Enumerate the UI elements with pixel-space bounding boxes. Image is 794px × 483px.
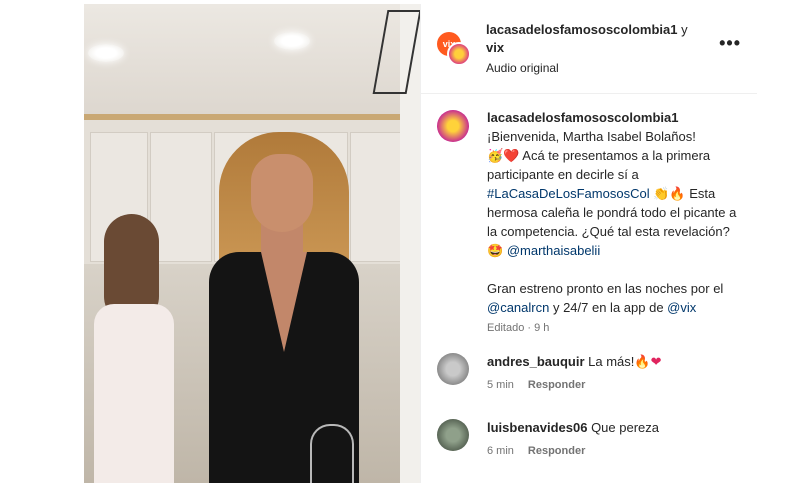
mention-link[interactable]: @canalrcn — [487, 300, 549, 315]
caption-line: Gran estreno pronto en las noches por el — [487, 281, 727, 296]
comment-meta: 5 min Responder — [487, 379, 585, 391]
audio-link[interactable]: Audio original — [486, 61, 559, 75]
reply-button[interactable]: Responder — [528, 379, 585, 391]
comment-meta: 6 min Responder — [487, 445, 585, 457]
avatar[interactable] — [437, 110, 469, 142]
post-sidebar: vix lacasadelosfamososcolombia1 y vix Au… — [420, 4, 757, 483]
ceiling-light — [88, 44, 124, 62]
comment-content: La más!🔥 — [584, 354, 651, 369]
more-options-icon[interactable]: ••• — [719, 34, 741, 52]
video-ceiling — [84, 4, 420, 114]
comment-time: 6 min — [487, 445, 514, 457]
mention-link[interactable]: @marthaisabelii — [507, 243, 600, 258]
post-dialog: vix lacasadelosfamososcolombia1 y vix Au… — [84, 4, 757, 483]
author-avatars[interactable]: vix — [437, 32, 471, 66]
author-username[interactable]: lacasadelosfamososcolombia1 y — [486, 22, 688, 37]
hashtag-link[interactable]: #LaCasaDeLosFamososCol — [487, 186, 650, 201]
comment-time: 5 min — [487, 379, 514, 391]
comment-username[interactable]: luisbenavides06 — [487, 420, 587, 435]
featured-person — [189, 132, 379, 483]
coauthor-username[interactable]: vix — [486, 40, 504, 55]
ceiling-light — [274, 32, 310, 50]
avatar[interactable] — [437, 419, 469, 451]
avatar — [447, 42, 471, 66]
video-player[interactable] — [84, 4, 420, 483]
background-person — [94, 214, 174, 483]
caption-username[interactable]: lacasadelosfamososcolombia1 — [487, 110, 678, 125]
caption-emoji: 👏🔥 — [649, 186, 686, 201]
page: vix lacasadelosfamososcolombia1 y vix Au… — [0, 0, 794, 483]
post-header: vix lacasadelosfamososcolombia1 y vix Au… — [421, 4, 757, 94]
comment-text: andres_bauquir La más!🔥❤ — [487, 353, 745, 371]
caption-line: ¡Bienvenida, Martha Isabel Bolaños! — [487, 129, 696, 144]
heart-icon: ❤ — [650, 354, 662, 369]
caption-line: Acá te presentamos a la primera particip… — [487, 148, 714, 182]
comment-text: luisbenavides06 Que pereza — [487, 419, 745, 437]
caption-meta: Editado · 9 h — [487, 322, 550, 334]
mention-link[interactable]: @vix — [667, 300, 696, 315]
comment-content: Que pereza — [587, 420, 659, 435]
comment-username[interactable]: andres_bauquir — [487, 354, 585, 369]
wine-glass — [310, 424, 354, 483]
reply-button[interactable]: Responder — [528, 445, 585, 457]
caption-line: y 24/7 en la app de — [549, 300, 668, 315]
avatar[interactable] — [437, 353, 469, 385]
caption-text: lacasadelosfamososcolombia1 ¡Bienvenida,… — [487, 108, 745, 338]
caption-emoji: 🥳❤️ — [487, 148, 520, 163]
